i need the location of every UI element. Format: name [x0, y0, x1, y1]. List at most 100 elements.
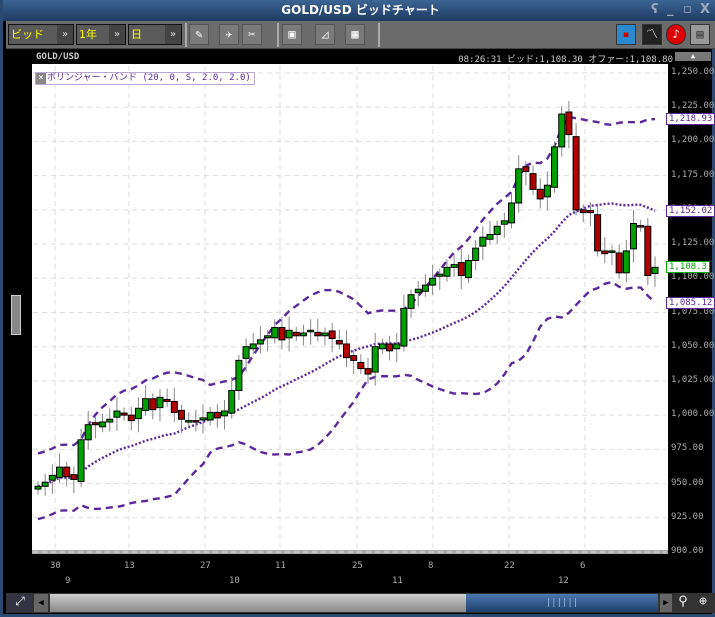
- candle-body: [400, 307, 408, 347]
- chart-svg: [33, 66, 666, 553]
- candle-body: [551, 146, 559, 188]
- candle-body: [579, 209, 587, 214]
- candle-body: [558, 113, 566, 148]
- candle-body: [421, 284, 429, 292]
- candle-body: [586, 210, 594, 214]
- candle-body: [450, 264, 458, 268]
- candle-body: [142, 398, 150, 411]
- candle-body: [41, 481, 49, 487]
- remove-indicator-button[interactable]: ×: [36, 73, 46, 84]
- candle-body: [235, 359, 243, 392]
- fit-icon[interactable]: ⤢: [8, 594, 32, 612]
- candle-body: [192, 420, 200, 423]
- x-day-label: 8: [428, 561, 434, 571]
- candle-body: [529, 173, 537, 190]
- candle-body: [543, 184, 551, 198]
- candle-body: [508, 202, 516, 224]
- scroll-right-button[interactable]: ▶: [660, 594, 672, 612]
- candle-body: [378, 343, 386, 350]
- candle-body: [464, 259, 472, 279]
- candle-body: [84, 424, 92, 441]
- horizontal-scrollbar[interactable]: ⤢ ◀ |||||| ▶ ⚲ ⊕: [6, 593, 715, 613]
- candle-body: [314, 331, 322, 337]
- y-tick-label: 1,000.00: [671, 409, 715, 420]
- candle-body: [256, 339, 264, 345]
- candle-body: [629, 223, 637, 250]
- candle-body: [149, 398, 157, 411]
- indicator-label[interactable]: ボリンジャー・バンド (20, 0, S, 2.0, 2.0): [47, 73, 251, 83]
- candle-body: [637, 225, 645, 228]
- scroll-left-button[interactable]: ◀: [34, 594, 48, 612]
- candle-body: [357, 361, 365, 370]
- chart-window: GOLD/USD ビッドチャート ʕ _ ▫ X ビッド» 1年» 日» ✎ ✈…: [0, 0, 715, 617]
- candle-body: [321, 332, 329, 337]
- candle-body: [134, 407, 142, 420]
- candle-body: [48, 474, 56, 481]
- candle-body: [536, 188, 544, 200]
- x-month-label: 11: [392, 576, 403, 586]
- price-badge-lower: 1,085.12: [666, 296, 715, 309]
- zoom-out-icon[interactable]: ⚲: [674, 594, 692, 612]
- candle-body: [221, 410, 229, 417]
- y-tick-label: 1,050.00: [671, 340, 715, 351]
- candle-body: [343, 343, 350, 359]
- candle-body: [63, 466, 71, 478]
- candle-body: [206, 411, 214, 421]
- candle-body: [594, 214, 602, 252]
- candle-body: [443, 266, 451, 277]
- candle-body: [91, 422, 99, 426]
- price-axis[interactable]: 1,250.001,225.001,200.001,175.001,150.00…: [668, 64, 715, 556]
- price-badge-middle: 1,152.02: [666, 204, 715, 217]
- x-day-label: 30: [50, 561, 61, 571]
- candle-body: [285, 329, 293, 339]
- candle-body: [299, 332, 307, 337]
- candle-body: [185, 420, 193, 423]
- side-panel-handle[interactable]: [11, 295, 21, 335]
- y-tick-label: 1,125.00: [671, 238, 715, 249]
- candle-body: [436, 273, 444, 277]
- scroll-thumb[interactable]: ||||||: [466, 594, 658, 612]
- y-tick-label: 925.00: [671, 511, 704, 522]
- candle-body: [249, 343, 257, 350]
- x-month-label: 10: [229, 576, 240, 586]
- candle-body: [472, 247, 480, 261]
- zoom-in-icon[interactable]: ⊕: [694, 594, 712, 612]
- candle-body: [651, 266, 659, 274]
- candle-body: [644, 225, 652, 277]
- x-day-label: 22: [504, 561, 515, 571]
- candle-body: [292, 331, 300, 337]
- candle-body: [407, 294, 415, 309]
- y-tick-label: 1,200.00: [671, 135, 715, 146]
- candle-body: [106, 418, 114, 423]
- candle-body: [127, 414, 135, 422]
- candle-body: [307, 329, 315, 333]
- candle-body: [386, 343, 394, 352]
- x-day-label: 27: [200, 561, 211, 571]
- candle-body: [213, 411, 221, 419]
- candle-body: [622, 250, 630, 274]
- x-day-label: 13: [124, 561, 135, 571]
- candle-body: [565, 111, 573, 136]
- candle-body: [156, 396, 164, 409]
- candle-body: [56, 466, 64, 478]
- x-month-label: 12: [558, 576, 569, 586]
- bollinger-lower-band: [37, 280, 656, 521]
- candle-body: [522, 166, 530, 173]
- candle-body: [486, 233, 494, 240]
- y-tick-label: 1,025.00: [671, 374, 715, 385]
- candle-body: [500, 220, 508, 225]
- price-badge-last: 1,108.3: [666, 261, 710, 274]
- candle-body: [228, 390, 236, 414]
- candle-body: [77, 439, 85, 483]
- candle-body: [414, 288, 422, 294]
- y-tick-label: 1,100.00: [671, 272, 715, 283]
- candle-body: [393, 343, 401, 350]
- candle-body: [271, 327, 279, 339]
- x-day-label: 25: [352, 561, 363, 571]
- candle-body: [601, 250, 609, 255]
- indicator-legend: × ボリンジャー・バンド (20, 0, S, 2.0, 2.0): [35, 72, 255, 85]
- candle-body: [199, 417, 207, 421]
- candle-body: [328, 330, 336, 340]
- y-tick-label: 950.00: [671, 477, 704, 488]
- scroll-track[interactable]: [50, 594, 466, 612]
